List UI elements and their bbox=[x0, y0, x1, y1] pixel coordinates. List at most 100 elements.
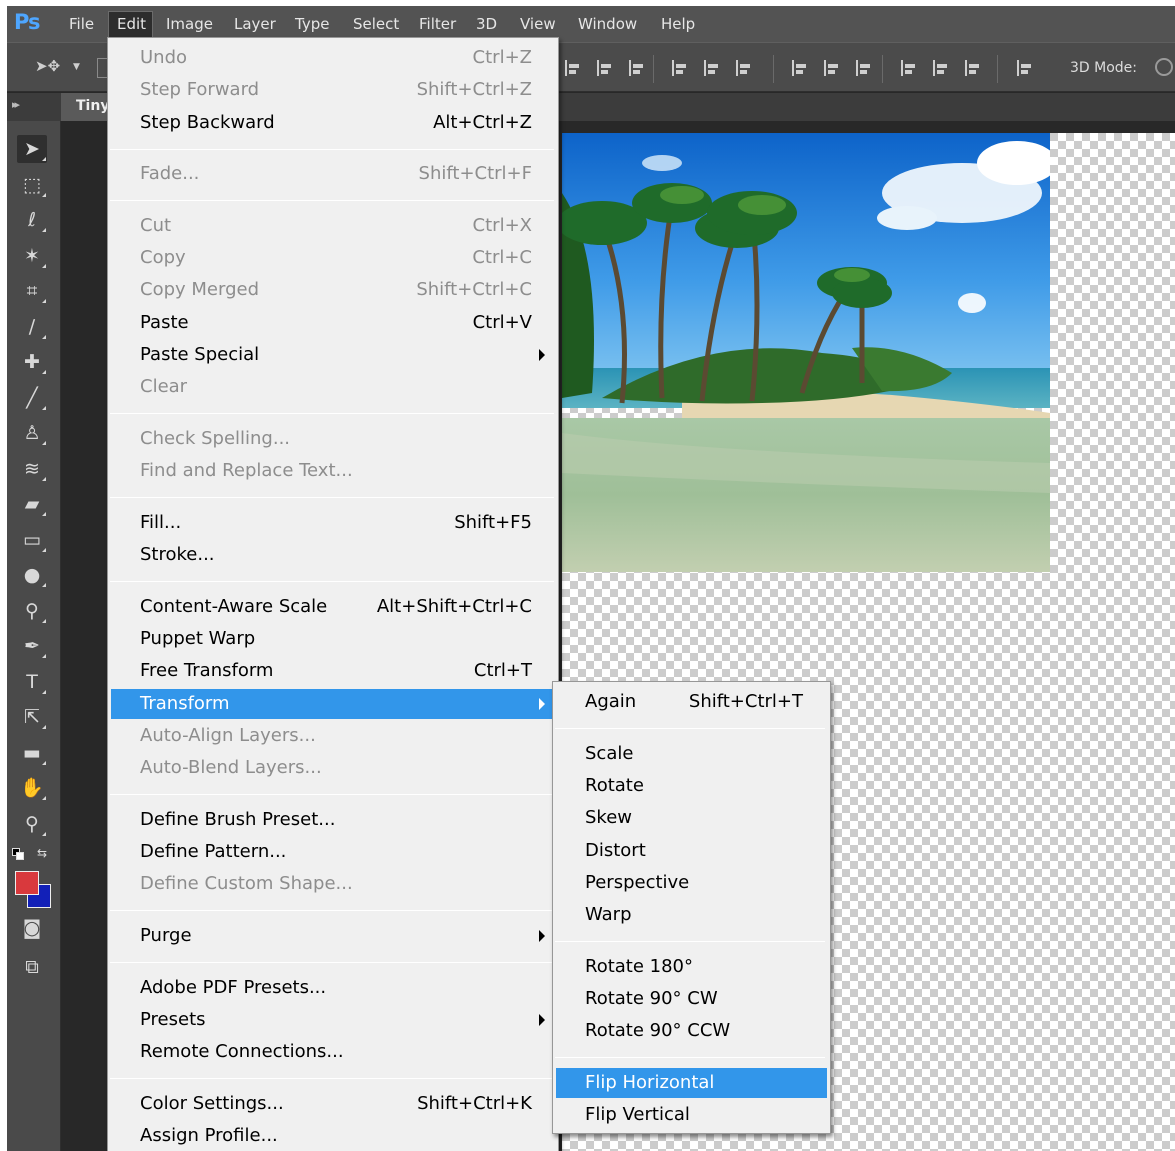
transform-menu-item-again[interactable]: Again Shift+Ctrl+T bbox=[556, 687, 827, 717]
pen-tool-icon[interactable]: ✒ bbox=[17, 632, 47, 660]
rectangle-tool-icon[interactable]: ▬ bbox=[17, 739, 47, 767]
toolbar-separator bbox=[773, 55, 774, 83]
eraser-tool-icon[interactable]: ▰ bbox=[17, 490, 47, 518]
menu-view[interactable]: View bbox=[520, 15, 556, 33]
edit-menu-item-color-settings[interactable]: Color Settings... Shift+Ctrl+K bbox=[111, 1089, 555, 1119]
tool-group-indicator bbox=[42, 796, 46, 800]
edit-menu-item-content-aware-scale[interactable]: Content-Aware Scale Alt+Shift+Ctrl+C bbox=[111, 592, 555, 622]
blur-tool-icon[interactable]: ● bbox=[17, 561, 47, 589]
align-distribute-icon[interactable] bbox=[822, 58, 842, 80]
edit-menu-item-assign-profile[interactable]: Assign Profile... bbox=[111, 1121, 555, 1151]
edit-menu-item-free-transform[interactable]: Free Transform Ctrl+T bbox=[111, 656, 555, 686]
align-distribute-icon[interactable] bbox=[854, 58, 874, 80]
collapse-panel-icon[interactable]: ▸▸ bbox=[12, 98, 20, 111]
menu-separator bbox=[555, 941, 825, 942]
screen-mode-icon[interactable]: ⧉ bbox=[17, 953, 47, 981]
align-distribute-icon[interactable] bbox=[734, 58, 754, 80]
move-tool-icon[interactable]: ➤ bbox=[17, 135, 47, 163]
align-distribute-icon[interactable] bbox=[627, 58, 647, 80]
menu-item-label: Find and Replace Text... bbox=[140, 460, 353, 481]
edit-menu-item-purge[interactable]: Purge bbox=[111, 921, 555, 951]
menu-select[interactable]: Select bbox=[353, 15, 399, 33]
transform-menu-item-rotate-180[interactable]: Rotate 180° bbox=[556, 952, 827, 982]
path-selection-tool-icon[interactable]: ⇱ bbox=[17, 703, 47, 731]
edit-menu-item-adobe-pdf-presets[interactable]: Adobe PDF Presets... bbox=[111, 973, 555, 1003]
gradient-tool-icon[interactable]: ▭ bbox=[17, 526, 47, 554]
align-distribute-icon[interactable] bbox=[931, 58, 951, 80]
menu-layer[interactable]: Layer bbox=[234, 15, 276, 33]
transform-menu-item-distort[interactable]: Distort bbox=[556, 836, 827, 866]
edit-menu-item-paste[interactable]: Paste Ctrl+V bbox=[111, 308, 555, 338]
align-distribute-icon[interactable] bbox=[563, 58, 583, 80]
menu-window[interactable]: Window bbox=[578, 15, 637, 33]
menu-item-label: Define Custom Shape... bbox=[140, 873, 353, 894]
type-tool-icon[interactable]: T bbox=[17, 668, 47, 696]
submenu-arrow-icon bbox=[539, 1014, 545, 1026]
edit-menu-item-paste-special[interactable]: Paste Special bbox=[111, 340, 555, 370]
edit-menu-item-presets[interactable]: Presets bbox=[111, 1005, 555, 1035]
menu-item-label: Undo bbox=[140, 47, 188, 68]
align-distribute-icon[interactable] bbox=[595, 58, 615, 80]
chevron-down-icon[interactable]: ▼ bbox=[73, 62, 80, 72]
edit-menu-item-fill[interactable]: Fill... Shift+F5 bbox=[111, 508, 555, 538]
edit-menu-item-step-backward[interactable]: Step Backward Alt+Ctrl+Z bbox=[111, 108, 555, 138]
transform-menu-item-flip-vertical[interactable]: Flip Vertical bbox=[556, 1100, 827, 1130]
transform-menu-item-rotate[interactable]: Rotate bbox=[556, 771, 827, 801]
align-distribute-icon[interactable] bbox=[670, 58, 690, 80]
default-colors-icon[interactable] bbox=[12, 848, 24, 860]
magic-wand-tool-icon[interactable]: ✶ bbox=[17, 242, 47, 270]
menu-3d[interactable]: 3D bbox=[476, 15, 497, 33]
transform-menu-item-skew[interactable]: Skew bbox=[556, 803, 827, 833]
menu-filter[interactable]: Filter bbox=[419, 15, 456, 33]
submenu-arrow-icon bbox=[539, 930, 545, 942]
align-distribute-icon[interactable] bbox=[1015, 58, 1035, 80]
align-distribute-icon[interactable] bbox=[899, 58, 919, 80]
marquee-tool-icon[interactable]: ⬚ bbox=[17, 171, 47, 199]
3d-orbit-icon[interactable] bbox=[1155, 58, 1173, 76]
menu-file[interactable]: File bbox=[69, 15, 94, 33]
brush-tool-icon[interactable]: ╱ bbox=[17, 384, 47, 412]
lasso-tool-icon[interactable]: ℓ bbox=[17, 206, 47, 234]
hand-tool-icon[interactable]: ✋ bbox=[17, 774, 47, 802]
transform-menu-item-warp[interactable]: Warp bbox=[556, 900, 827, 930]
transform-menu-item-rotate-90-ccw[interactable]: Rotate 90° CCW bbox=[556, 1016, 827, 1046]
clone-stamp-tool-icon[interactable]: ♙ bbox=[17, 419, 47, 447]
menu-item-label: Cut bbox=[140, 215, 172, 236]
edit-menu-item-transform[interactable]: Transform bbox=[111, 689, 555, 719]
menu-item-label: Adobe PDF Presets... bbox=[140, 977, 327, 998]
menu-separator bbox=[110, 497, 554, 498]
foreground-color-swatch[interactable] bbox=[15, 871, 39, 895]
menu-item-label: Distort bbox=[585, 840, 646, 861]
quick-mask-icon[interactable]: ◙ bbox=[17, 914, 47, 942]
edit-menu-item-stroke[interactable]: Stroke... bbox=[111, 540, 555, 570]
align-distribute-icon[interactable] bbox=[963, 58, 983, 80]
menu-edit[interactable]: Edit bbox=[117, 15, 146, 33]
edit-menu-item-remote-connections[interactable]: Remote Connections... bbox=[111, 1037, 555, 1067]
transform-menu-item-scale[interactable]: Scale bbox=[556, 739, 827, 769]
swap-colors-icon[interactable]: ⇆ bbox=[37, 846, 47, 860]
menu-type[interactable]: Type bbox=[295, 15, 329, 33]
align-distribute-icon[interactable] bbox=[790, 58, 810, 80]
healing-brush-tool-icon[interactable]: ✚ bbox=[17, 348, 47, 376]
align-distribute-icon[interactable] bbox=[702, 58, 722, 80]
transform-menu-item-flip-horizontal[interactable]: Flip Horizontal bbox=[556, 1068, 827, 1098]
eyedropper-tool-icon[interactable]: ∕ bbox=[17, 313, 47, 341]
move-tool-preset-icon[interactable]: ➤✥ bbox=[35, 57, 60, 75]
canvas-image[interactable] bbox=[562, 133, 1050, 572]
tool-group-indicator bbox=[42, 548, 46, 552]
transform-menu-item-perspective[interactable]: Perspective bbox=[556, 868, 827, 898]
menu-item-shortcut: Shift+Ctrl+K bbox=[417, 1093, 532, 1114]
edit-menu-item-define-brush-preset[interactable]: Define Brush Preset... bbox=[111, 805, 555, 835]
tool-group-indicator bbox=[42, 228, 46, 232]
edit-menu-item-puppet-warp[interactable]: Puppet Warp bbox=[111, 624, 555, 654]
menu-image[interactable]: Image bbox=[166, 15, 213, 33]
crop-tool-icon[interactable]: ⌗ bbox=[17, 277, 47, 305]
edit-menu-item-define-pattern[interactable]: Define Pattern... bbox=[111, 837, 555, 867]
transform-menu-item-rotate-90-cw[interactable]: Rotate 90° CW bbox=[556, 984, 827, 1014]
zoom-tool-icon[interactable]: ⚲ bbox=[17, 810, 47, 838]
menu-item-label: Remote Connections... bbox=[140, 1041, 344, 1062]
dodge-tool-icon[interactable]: ⚲ bbox=[17, 597, 47, 625]
history-brush-tool-icon[interactable]: ≋ bbox=[17, 455, 47, 483]
menu-help[interactable]: Help bbox=[661, 15, 695, 33]
tool-group-indicator bbox=[42, 335, 46, 339]
